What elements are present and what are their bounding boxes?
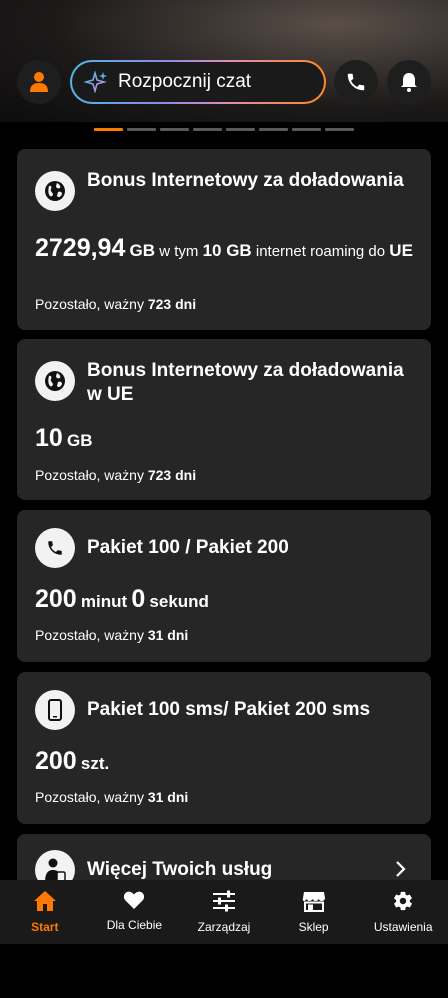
nav-item-sklep[interactable]: Sklep: [269, 880, 359, 944]
gear-icon: [394, 891, 413, 911]
card-validity: Pozostało, ważny 723 dni: [35, 467, 196, 483]
amount-unit: GB: [129, 241, 156, 260]
profile-button[interactable]: [17, 60, 61, 104]
nav-label: Sklep: [298, 920, 329, 934]
nav-item-ustawienia[interactable]: Ustawienia: [358, 880, 448, 944]
nav-item-zarzadzaj[interactable]: Zarządzaj: [179, 880, 269, 944]
nav-label: Ustawienia: [373, 920, 433, 934]
validity-prefix: Pozostało, ważny: [35, 627, 144, 643]
amount-mid: w tym: [159, 243, 199, 260]
amount-unit: GB: [66, 431, 93, 450]
card-validity: Pozostało, ważny 31 dni: [35, 627, 188, 643]
nav-label: Zarządzaj: [197, 920, 251, 934]
validity-prefix: Pozostało, ważny: [35, 789, 144, 805]
card-title: Pakiet 100 sms/ Pakiet 200 sms: [87, 699, 371, 720]
card-title: Bonus Internetowy za doładowania w UE: [87, 360, 404, 405]
user-icon: [30, 72, 48, 92]
sparkle-icon: [84, 71, 107, 93]
amount-value: 200: [35, 747, 77, 775]
card-validity: Pozostało, ważny 723 dni: [35, 296, 196, 312]
card-amount: 200 minut 0 sekund: [35, 585, 415, 614]
carousel-pager: [94, 128, 354, 131]
amount-tail: internet roaming do: [255, 243, 386, 260]
service-card-internet-bonus-eu[interactable]: Bonus Internetowy za doładowania w UE 10…: [17, 339, 431, 500]
amount-value: 200: [35, 585, 77, 613]
pager-dot-active[interactable]: [94, 128, 123, 131]
card-amount: 2729,94 GB w tym 10 GB internet roaming …: [35, 234, 415, 263]
validity-prefix: Pozostało, ważny: [35, 467, 144, 483]
notifications-button[interactable]: [387, 60, 431, 104]
chat-label: Rozpocznij czat: [118, 71, 252, 92]
phone-icon: [347, 73, 365, 91]
validity-value: 723 dni: [147, 467, 197, 483]
service-card-minutes[interactable]: Pakiet 100 / Pakiet 200 200 minut 0 seku…: [17, 510, 431, 662]
phone-icon: [35, 528, 75, 568]
globe-icon: [35, 171, 75, 211]
pager-dot[interactable]: [259, 128, 288, 131]
card-title: Bonus Internetowy za doładowania: [87, 170, 404, 191]
bell-icon: [401, 73, 417, 92]
pager-dot[interactable]: [292, 128, 321, 131]
nav-item-dla-ciebie[interactable]: Dla Ciebie: [90, 880, 180, 944]
chat-button[interactable]: Rozpocznij czat: [70, 60, 326, 104]
card-amount: 10 GB: [35, 424, 415, 453]
pager-dot[interactable]: [193, 128, 222, 131]
pager-dot[interactable]: [226, 128, 255, 131]
service-card-sms[interactable]: Pakiet 100 sms/ Pakiet 200 sms 200 szt. …: [17, 672, 431, 824]
heart-icon: [124, 891, 145, 909]
validity-value: 31 dni: [147, 627, 189, 643]
amount-unit: minut: [80, 592, 128, 611]
amount-value: 2729,94: [35, 234, 126, 262]
card-title: Pakiet 100 / Pakiet 200: [87, 537, 289, 558]
nav-item-start[interactable]: Start: [0, 880, 90, 944]
chevron-right-icon: [396, 861, 406, 877]
globe-icon: [35, 361, 75, 401]
top-bar: Rozpocznij czat: [0, 60, 448, 106]
call-button[interactable]: [334, 60, 378, 104]
amount-tail-region: UE: [389, 241, 413, 260]
home-icon: [33, 891, 56, 911]
validity-value: 31 dni: [147, 789, 189, 805]
pager-dot[interactable]: [127, 128, 156, 131]
sliders-icon: [212, 890, 235, 912]
bottom-navigation: Start Dla Ciebie Zarządzaj Sklep Ustawie…: [0, 880, 448, 944]
validity-value: 723 dni: [147, 296, 197, 312]
card-title: Więcej Twoich usług: [87, 859, 273, 880]
amount-unit-seconds: sekund: [149, 592, 209, 611]
card-amount: 200 szt.: [35, 747, 415, 776]
pager-dot[interactable]: [325, 128, 354, 131]
shop-icon: [302, 892, 325, 912]
card-validity: Pozostało, ważny 31 dni: [35, 789, 188, 805]
mobile-icon: [35, 690, 75, 730]
amount-extra: 10 GB: [202, 241, 252, 260]
pager-dot[interactable]: [160, 128, 189, 131]
amount-value-seconds: 0: [131, 585, 146, 613]
amount-value: 10: [35, 424, 63, 452]
amount-unit: szt.: [80, 754, 110, 773]
nav-label: Start: [31, 920, 59, 934]
nav-label: Dla Ciebie: [106, 918, 163, 932]
service-card-internet-bonus[interactable]: Bonus Internetowy za doładowania 2729,94…: [17, 149, 431, 330]
validity-prefix: Pozostało, ważny: [35, 296, 144, 312]
